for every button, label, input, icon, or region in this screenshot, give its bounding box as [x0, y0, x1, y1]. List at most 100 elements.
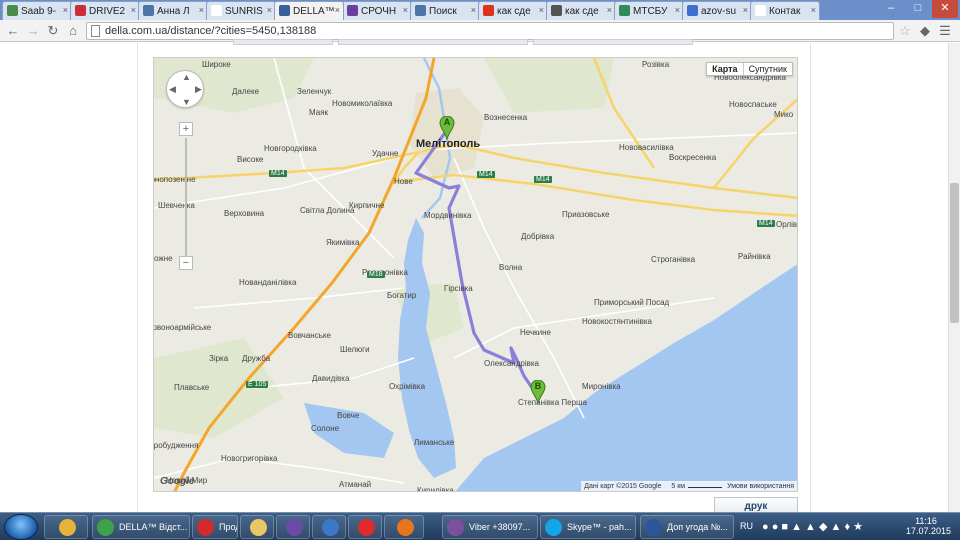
place-label: Райнівка	[738, 252, 771, 261]
place-label: Охрімівка	[389, 382, 426, 391]
tab-11[interactable]: Контак ×	[750, 1, 820, 20]
place-label: Удачне	[372, 149, 399, 158]
address-bar[interactable]: della.com.ua/distance/?cities=5450,13818…	[86, 22, 894, 40]
taskbar-item[interactable]: Доп угода №...	[640, 515, 734, 539]
tab-close-icon[interactable]: ×	[743, 5, 748, 15]
tab-close-icon[interactable]: ×	[63, 5, 68, 15]
home-button[interactable]: ⌂	[64, 22, 82, 40]
place-label: Орлівк	[776, 220, 798, 229]
window-close-button[interactable]: ✕	[932, 0, 958, 18]
pan-down-icon[interactable]: ▼	[182, 97, 191, 107]
mtsbu-favicon	[619, 5, 630, 16]
taskbar-item[interactable]: DELLA™ Відст...	[92, 515, 190, 539]
taskbar-item[interactable]: Viber +38097...	[442, 515, 538, 539]
star-icon[interactable]: ☆	[896, 22, 914, 40]
place-label: Лиманське	[414, 438, 455, 447]
azov-favicon	[687, 5, 698, 16]
taskbar-item[interactable]: Продажа ВА...	[192, 515, 238, 539]
pan-right-icon[interactable]: ▶	[195, 84, 202, 95]
tab-close-icon[interactable]: ×	[471, 5, 476, 15]
taskbar-item[interactable]	[276, 515, 310, 539]
place-label: Новоспаське	[729, 100, 777, 109]
scale-text: 5 км	[671, 483, 686, 490]
place-label: Волна	[499, 263, 523, 272]
place-label: Вовче	[337, 411, 360, 420]
tab-close-icon[interactable]: ×	[335, 5, 340, 15]
tab-close-icon[interactable]: ×	[539, 5, 544, 15]
route-map[interactable]: Широке Далеке Зеленчук Новомиколаївка Маяк Ро…	[153, 57, 798, 492]
tab-0[interactable]: Saab 9- ×	[2, 1, 72, 20]
place-label: Зеленчук	[297, 87, 332, 96]
tab-9[interactable]: МТСБУ ×	[614, 1, 684, 20]
scrollbar-thumb[interactable]	[950, 183, 959, 323]
clock-time: 11:16	[915, 516, 937, 526]
tab-close-icon[interactable]: ×	[131, 5, 136, 15]
map-type-map-button[interactable]: Карта	[707, 63, 744, 75]
tab-close-icon[interactable]: ×	[267, 5, 272, 15]
window-minimize-button[interactable]: –	[878, 0, 904, 18]
visual-studio-icon	[285, 519, 303, 536]
yandex-icon	[357, 519, 375, 536]
place-label: Мордвинівка	[424, 211, 472, 220]
place-label: Нечкине	[520, 328, 551, 337]
place-label: Строганівка	[651, 255, 696, 264]
pan-up-icon[interactable]: ▲	[182, 72, 191, 82]
road-shield: M14	[757, 220, 775, 227]
tab-title: МТСБУ	[633, 6, 668, 17]
extension-shield-icon[interactable]: ◆	[916, 22, 934, 40]
place-label: Гірсівка	[444, 284, 473, 293]
start-button[interactable]	[4, 514, 38, 540]
menu-icon[interactable]: ☰	[936, 22, 954, 40]
pan-control[interactable]: ▲ ▼ ◀ ▶	[166, 70, 204, 108]
forward-button[interactable]: →	[24, 22, 42, 40]
zoom-slider-track[interactable]	[185, 138, 187, 256]
language-indicator[interactable]: RU	[740, 521, 753, 531]
place-label: Воскресенка	[669, 153, 717, 162]
tab-7[interactable]: как сде ×	[478, 1, 548, 20]
map-type-satellite-button[interactable]: Супутник	[744, 63, 792, 75]
tab-close-icon[interactable]: ×	[199, 5, 204, 15]
place-label: Новомиколаївка	[332, 99, 393, 108]
place-label: Пробудження	[153, 441, 199, 450]
zoom-out-button[interactable]: −	[179, 256, 193, 270]
place-label: Дружба	[242, 354, 271, 363]
place-label: Добрівка	[521, 232, 555, 241]
tab-5[interactable]: СРОЧН ×	[342, 1, 412, 20]
marker-b[interactable]: B	[530, 380, 546, 404]
taskbar-item[interactable]	[44, 515, 88, 539]
tab-8[interactable]: как сде ×	[546, 1, 616, 20]
tab-1[interactable]: DRIVE2 ×	[70, 1, 140, 20]
tab-4[interactable]: DELLA™ ×	[274, 1, 344, 20]
place-label: ожне	[154, 254, 173, 263]
tab-3[interactable]: SUNRIS ×	[206, 1, 276, 20]
reload-button[interactable]: ↻	[44, 22, 62, 40]
tab-close-icon[interactable]: ×	[403, 5, 408, 15]
page-scrollbar[interactable]	[948, 43, 960, 512]
taskbar-item[interactable]	[348, 515, 382, 539]
back-button[interactable]: ←	[4, 22, 22, 40]
terms-link[interactable]: Умови використання	[727, 483, 794, 490]
pan-left-icon[interactable]: ◀	[169, 84, 176, 95]
taskbar-item[interactable]: Skype™ - pah...	[540, 515, 636, 539]
window-maximize-button[interactable]: □	[905, 0, 931, 18]
taskbar-item[interactable]	[312, 515, 346, 539]
road-shield: M18	[367, 271, 385, 278]
taskbar-item[interactable]	[384, 515, 424, 539]
tab-title: СРОЧН	[361, 6, 397, 17]
taskbar-item[interactable]	[240, 515, 274, 539]
tab-2[interactable]: Анна Л ×	[138, 1, 208, 20]
tab-10[interactable]: azov-su ×	[682, 1, 752, 20]
tray-icons[interactable]: ● ● ■ ▲ ▲ ◆ ▲ ♦ ★	[762, 520, 863, 533]
document-favicon	[755, 5, 766, 16]
tab-close-icon[interactable]: ×	[607, 5, 612, 15]
tab-close-icon[interactable]: ×	[675, 5, 680, 15]
zoom-in-button[interactable]: +	[179, 122, 193, 136]
olx-favicon	[347, 5, 358, 16]
place-label: Шелюги	[340, 345, 370, 354]
tab-6[interactable]: Поиск ×	[410, 1, 480, 20]
place-label: Нованданілівка	[239, 278, 297, 287]
marker-a[interactable]: A	[439, 116, 455, 140]
place-label: Вознесенка	[484, 113, 528, 122]
clock[interactable]: 11:16 17.07.2015	[906, 516, 951, 536]
tab-close-icon[interactable]: ×	[811, 5, 816, 15]
